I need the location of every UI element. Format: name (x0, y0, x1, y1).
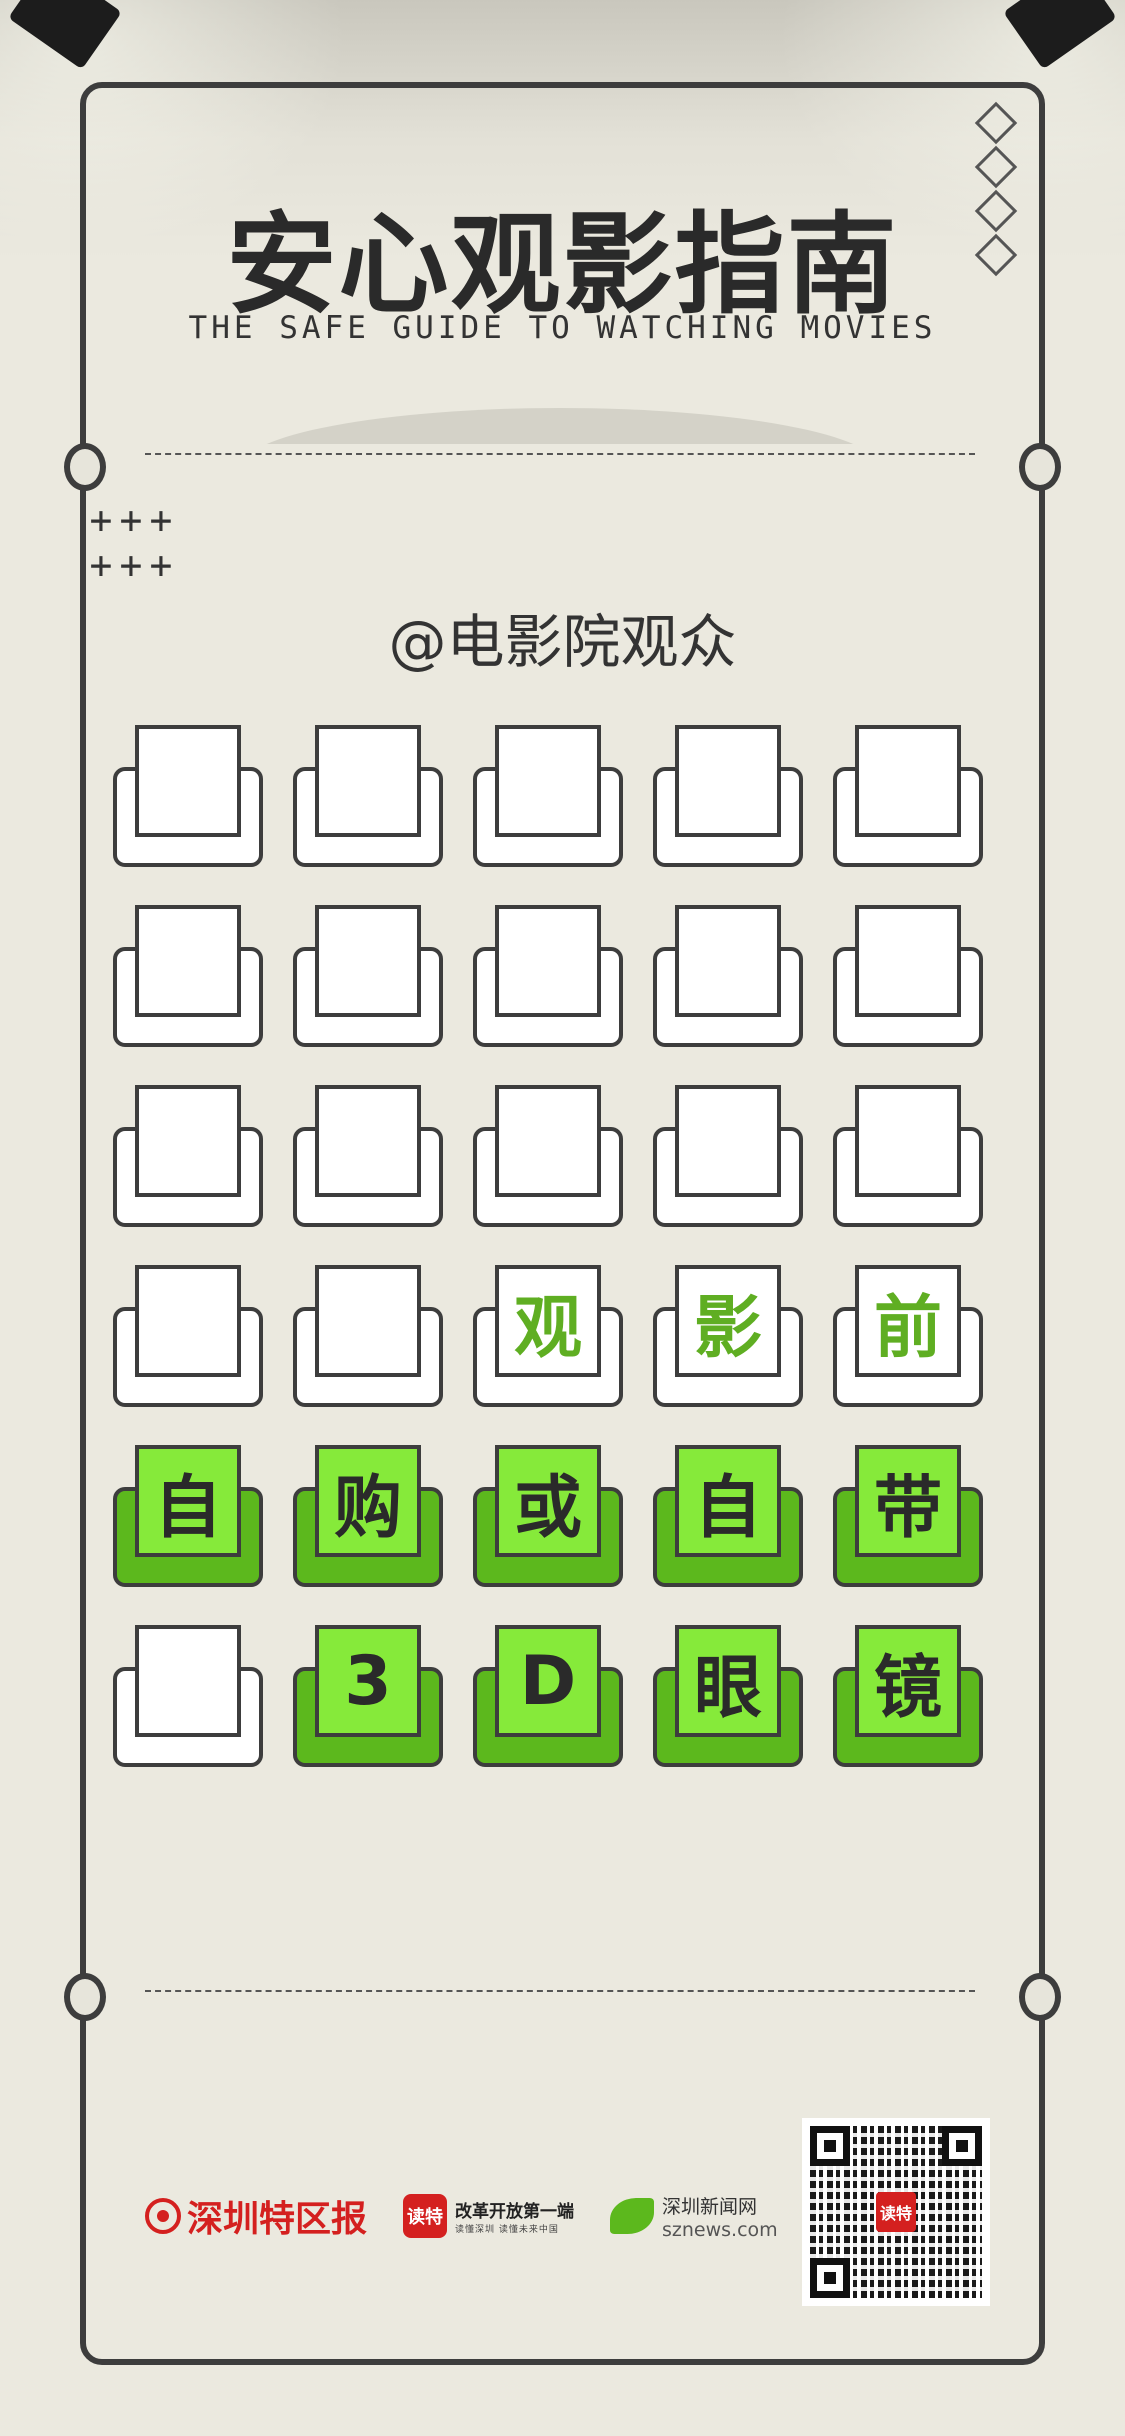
grid-tile: 购 (293, 1445, 443, 1587)
grid-tile (293, 725, 443, 867)
tile-card: 购 (315, 1445, 421, 1557)
grid-tile (113, 1625, 263, 1767)
tile-card (315, 725, 421, 837)
grid-tile: 带 (833, 1445, 983, 1587)
tile-card (675, 1085, 781, 1197)
grid-tile (833, 725, 983, 867)
grid-tile (293, 1085, 443, 1227)
grid-tile: 自 (653, 1445, 803, 1587)
tile-card: 观 (495, 1265, 601, 1377)
dute-subslogan: 读懂深圳 读懂未来中国 (455, 2225, 559, 2235)
grid-tile: 影 (653, 1265, 803, 1407)
dute-logo-icon: 读特 (403, 2194, 448, 2238)
plus-decoration: + + ++ + + (89, 498, 173, 587)
grid-tile (833, 1085, 983, 1227)
page-subtitle: THE SAFE GUIDE TO WATCHING MOVIES (188, 310, 937, 346)
tile-card: D (495, 1625, 601, 1737)
sznews-cn-name: 深圳新闻网 (662, 2195, 758, 2218)
grid-tile (473, 1085, 623, 1227)
tile-card (135, 725, 241, 837)
grid-row: 自购或自带 (113, 1445, 1013, 1587)
grid-tile (113, 1085, 263, 1227)
grid-tile (473, 725, 623, 867)
grid-row (113, 905, 1013, 1047)
grid-tile: 自 (113, 1445, 263, 1587)
tile-card (135, 1625, 241, 1737)
divider-top (145, 453, 975, 455)
ticket-notch (1019, 1973, 1061, 2021)
grid-tile (653, 905, 803, 1047)
tile-card (855, 725, 961, 837)
footer-logos: 深圳特区报 读特 改革开放第一端 读懂深圳 读懂未来中国 深圳新闻网 sznew… (145, 2190, 778, 2242)
grid-row: 3D眼镜 (113, 1625, 1013, 1767)
tile-card: 带 (855, 1445, 961, 1557)
sznews-logo: 深圳新闻网 sznews.com (610, 2192, 778, 2241)
tile-card (495, 725, 601, 837)
audience-heading: @电影院观众 (388, 608, 737, 676)
grid-tile: 3 (293, 1625, 443, 1767)
ticket-notch (64, 443, 106, 491)
tile-card: 自 (135, 1445, 241, 1557)
grid-tile (833, 905, 983, 1047)
grid-tile (113, 1265, 263, 1407)
grid-tile: 镜 (833, 1625, 983, 1767)
grid-row: 观影前 (113, 1265, 1013, 1407)
tile-card (495, 1085, 601, 1197)
tile-card (135, 905, 241, 1017)
szsb-logo-text: 深圳特区报 (187, 2198, 368, 2240)
grid-tile: 观 (473, 1265, 623, 1407)
letter-grid: 观影前自购或自带3D眼镜 (113, 725, 1013, 1805)
qr-code[interactable]: 读特 (802, 2118, 990, 2306)
grid-tile: 眼 (653, 1625, 803, 1767)
divider-bottom (145, 1990, 975, 1992)
tile-card: 影 (675, 1265, 781, 1377)
qr-center-logo: 读特 (876, 2192, 916, 2232)
tile-card: 3 (315, 1625, 421, 1737)
tile-card (855, 905, 961, 1017)
ticket-notch (1019, 443, 1061, 491)
tile-card: 自 (675, 1445, 781, 1557)
grid-tile (653, 1085, 803, 1227)
sznews-domain: sznews.com (662, 2218, 778, 2241)
tile-card (135, 1265, 241, 1377)
grid-tile (473, 905, 623, 1047)
szsb-logo: 深圳特区报 (145, 2190, 367, 2242)
szsb-seal-icon (145, 2198, 181, 2234)
tile-card (675, 905, 781, 1017)
sznews-leaf-icon (610, 2198, 655, 2234)
grid-tile: D (473, 1625, 623, 1767)
grid-tile (293, 905, 443, 1047)
dute-logo: 读特 改革开放第一端 读懂深圳 读懂未来中国 (403, 2194, 574, 2238)
grid-tile (293, 1265, 443, 1407)
tile-card (495, 905, 601, 1017)
tile-card: 前 (855, 1265, 961, 1377)
tile-card: 镜 (855, 1625, 961, 1737)
tile-card (855, 1085, 961, 1197)
tile-card: 或 (495, 1445, 601, 1557)
grid-tile (653, 725, 803, 867)
tile-card: 眼 (675, 1625, 781, 1737)
grid-tile (113, 905, 263, 1047)
grid-tile (113, 725, 263, 867)
grid-row (113, 725, 1013, 867)
tile-card (315, 905, 421, 1017)
grid-row (113, 1085, 1013, 1227)
ticket-notch (64, 1973, 106, 2021)
dute-slogan: 改革开放第一端 (455, 2202, 575, 2222)
grid-tile: 前 (833, 1265, 983, 1407)
tile-card (675, 725, 781, 837)
tile-card (135, 1085, 241, 1197)
tile-card (315, 1265, 421, 1377)
tile-card (315, 1085, 421, 1197)
grid-tile: 或 (473, 1445, 623, 1587)
